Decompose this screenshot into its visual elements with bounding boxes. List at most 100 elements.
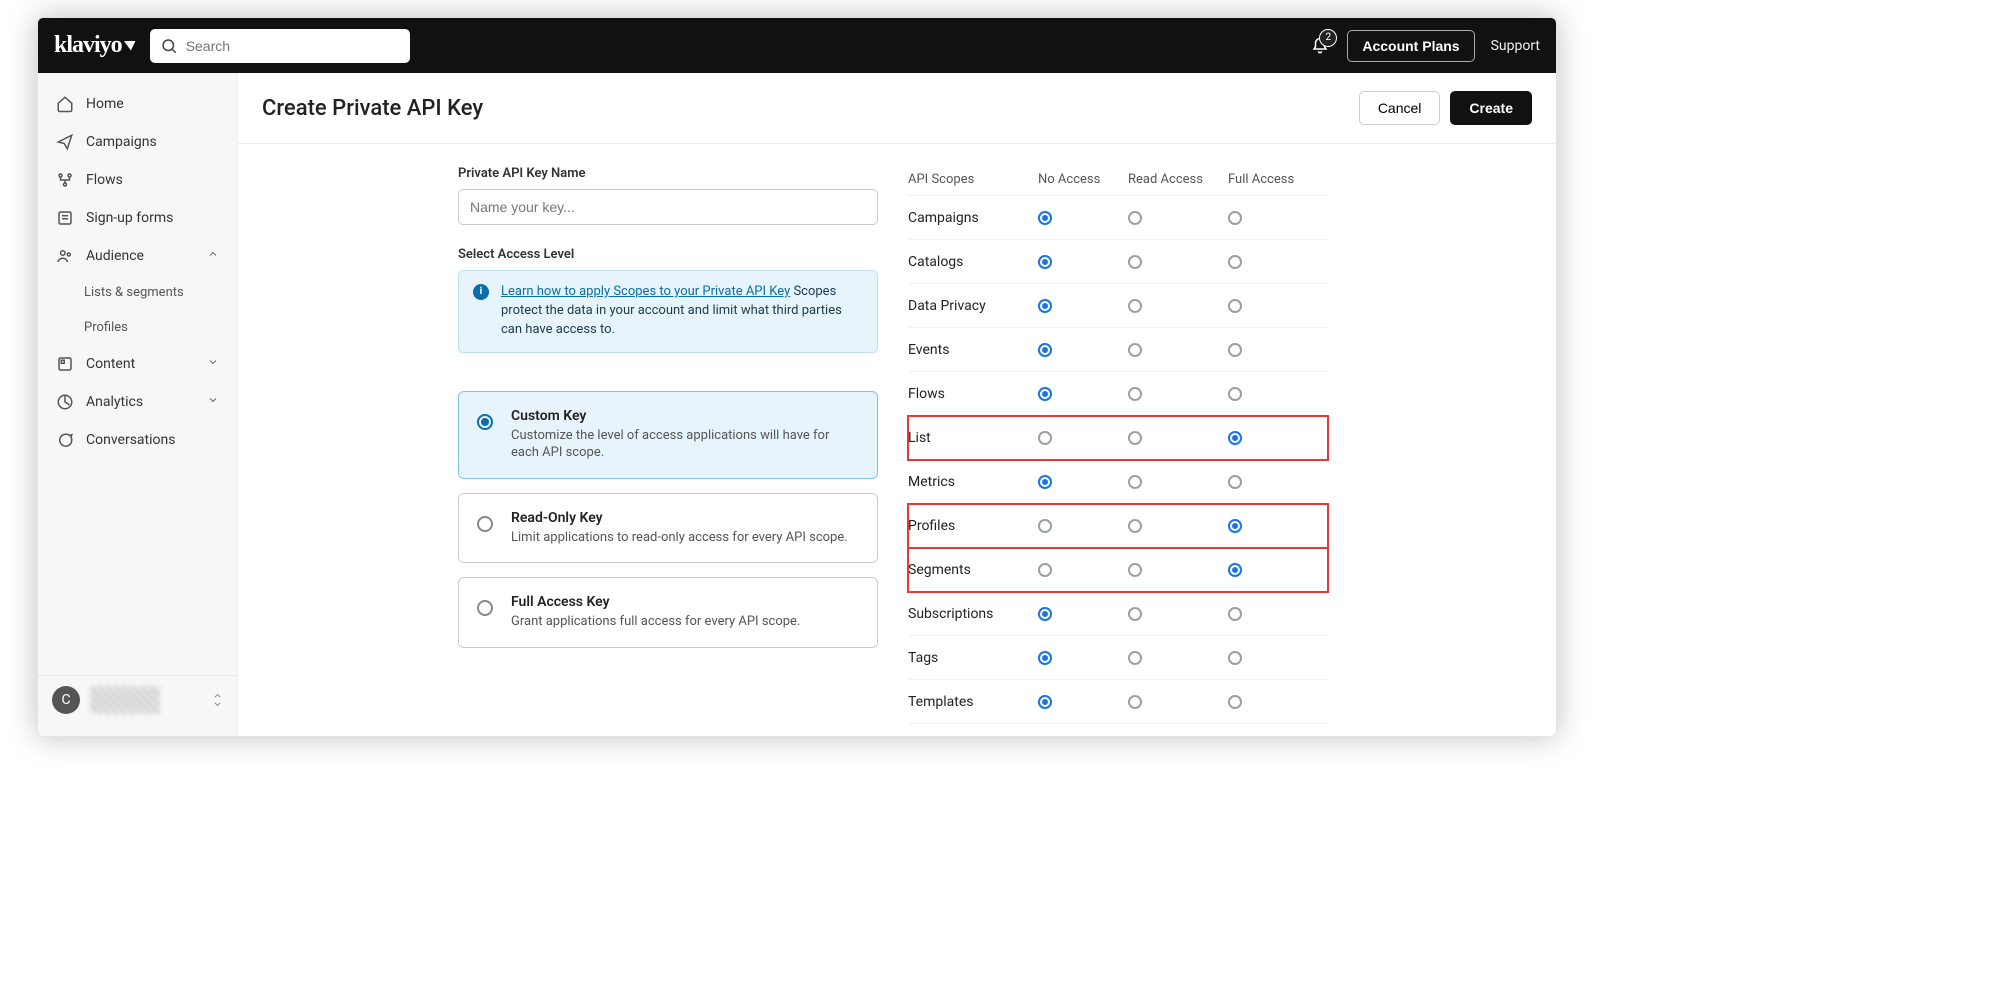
audience-icon [56,247,74,265]
support-link[interactable]: Support [1491,38,1540,54]
sidebar-item-label: Home [86,96,124,112]
notifications-button[interactable]: 2 [1309,35,1331,57]
send-icon [56,133,74,151]
scope-name: Profiles [908,518,1038,534]
page-header: Create Private API Key Cancel Create [238,73,1556,144]
sidebar-item-label: Flows [86,172,123,188]
chevron-up-icon [207,248,219,264]
scope-radio[interactable] [1228,387,1242,401]
scope-radio[interactable] [1228,607,1242,621]
flows-icon [56,171,74,189]
home-icon [56,95,74,113]
scope-radio[interactable] [1228,255,1242,269]
scope-radio[interactable] [1038,211,1052,225]
scope-radio[interactable] [1128,431,1142,445]
account-plans-button[interactable]: Account Plans [1347,30,1474,62]
scope-radio[interactable] [1038,519,1052,533]
sidebar-footer[interactable]: C [38,675,237,724]
scope-radio[interactable] [1228,211,1242,225]
info-link[interactable]: Learn how to apply Scopes to your Privat… [501,284,790,299]
create-button[interactable]: Create [1450,91,1532,125]
scope-row-subscriptions: Subscriptions [908,592,1328,636]
sidebar-item-conversations[interactable]: Conversations [38,421,237,459]
scope-row-events: Events [908,328,1328,372]
scope-radio[interactable] [1228,299,1242,313]
access-level-desc: Customize the level of access applicatio… [511,427,859,462]
scope-name: Events [908,342,1038,358]
sidebar-item-lists-segments[interactable]: Lists & segments [38,275,237,310]
cancel-button[interactable]: Cancel [1359,91,1441,125]
scope-radio[interactable] [1228,431,1242,445]
scope-radio[interactable] [1038,475,1052,489]
content-icon [56,355,74,373]
scope-radio[interactable] [1038,563,1052,577]
sidebar-item-signup-forms[interactable]: Sign-up forms [38,199,237,237]
sidebar-item-audience[interactable]: Audience [38,237,237,275]
scope-radio[interactable] [1038,255,1052,269]
scope-radio[interactable] [1038,431,1052,445]
access-level-full-access-key[interactable]: Full Access Key Grant applications full … [458,577,878,648]
sidebar-item-label: Sign-up forms [86,210,173,226]
access-level-title: Full Access Key [511,594,800,610]
scope-radio[interactable] [1128,299,1142,313]
scope-radio[interactable] [1128,651,1142,665]
scope-radio[interactable] [1038,607,1052,621]
scope-name: Templates [908,694,1038,710]
scope-radio[interactable] [1228,563,1242,577]
radio-icon [477,600,493,616]
scope-radio[interactable] [1228,343,1242,357]
scope-name: Data Privacy [908,298,1038,314]
scope-radio[interactable] [1038,299,1052,313]
scope-radio[interactable] [1038,695,1052,709]
scopes-column: API Scopes No Access Read Access Full Ac… [908,166,1328,724]
access-level-label: Select Access Level [458,247,878,262]
search-box[interactable] [150,29,410,63]
scope-radio[interactable] [1228,695,1242,709]
scope-radio[interactable] [1128,695,1142,709]
key-name-input[interactable] [458,189,878,225]
scope-radio[interactable] [1128,255,1142,269]
col-api-scopes: API Scopes [908,172,1038,187]
sidebar-item-home[interactable]: Home [38,85,237,123]
sidebar-item-profiles[interactable]: Profiles [38,310,237,345]
radio-icon [477,414,493,430]
info-icon: i [473,284,489,300]
search-input[interactable] [186,38,400,54]
avatar: C [52,686,80,714]
scope-radio[interactable] [1228,475,1242,489]
scope-row-catalogs: Catalogs [908,240,1328,284]
scope-radio[interactable] [1128,343,1142,357]
scope-radio[interactable] [1228,519,1242,533]
sidebar-item-label: Analytics [86,394,143,410]
account-name-redacted [90,686,160,714]
chevron-down-icon [207,394,219,410]
scope-radio[interactable] [1038,343,1052,357]
analytics-icon [56,393,74,411]
scope-radio[interactable] [1038,651,1052,665]
access-level-title: Read-Only Key [511,510,848,526]
sidebar-item-analytics[interactable]: Analytics [38,383,237,421]
scope-name: Tags [908,650,1038,666]
conversations-icon [56,431,74,449]
topbar: klaviyo 2 Account Plans Support [38,18,1556,73]
scope-radio[interactable] [1128,607,1142,621]
sidebar-item-label: Conversations [86,432,175,448]
scope-radio[interactable] [1128,387,1142,401]
scope-radio[interactable] [1128,211,1142,225]
sidebar-item-label: Audience [86,248,144,264]
form-icon [56,209,74,227]
page-title: Create Private API Key [262,96,483,121]
scope-radio[interactable] [1128,475,1142,489]
access-level-custom-key[interactable]: Custom Key Customize the level of access… [458,391,878,479]
access-level-read-only-key[interactable]: Read-Only Key Limit applications to read… [458,493,878,564]
scope-radio[interactable] [1038,387,1052,401]
sidebar-item-content[interactable]: Content [38,345,237,383]
scope-name: Campaigns [908,210,1038,226]
scope-name: Subscriptions [908,606,1038,622]
scope-radio[interactable] [1128,563,1142,577]
sidebar-item-flows[interactable]: Flows [38,161,237,199]
scope-radio[interactable] [1128,519,1142,533]
scope-name: Metrics [908,474,1038,490]
scope-radio[interactable] [1228,651,1242,665]
sidebar-item-campaigns[interactable]: Campaigns [38,123,237,161]
